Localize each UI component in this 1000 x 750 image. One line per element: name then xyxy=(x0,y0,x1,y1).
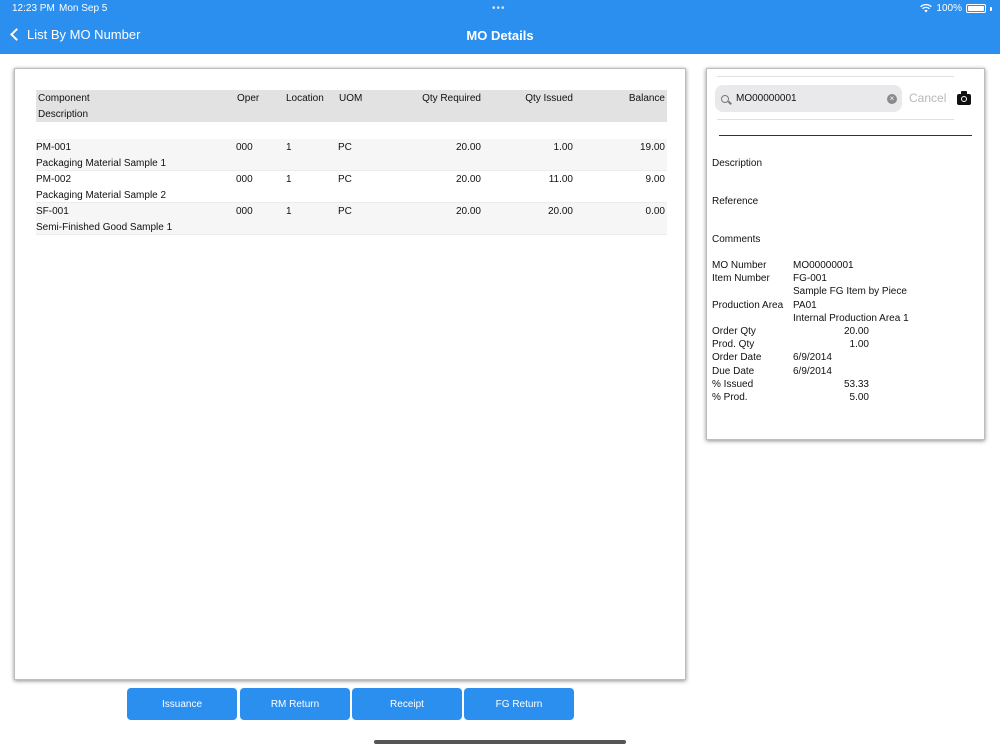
cell-component: PM-001 xyxy=(36,142,72,153)
battery-percent: 100% xyxy=(936,3,962,14)
header-uom: UOM xyxy=(339,93,363,104)
header-oper: Oper xyxy=(237,93,260,104)
cell-balance: 0.00 xyxy=(645,206,665,217)
table-header: Component Description Oper Location UOM … xyxy=(36,90,667,122)
cell-balance: 19.00 xyxy=(639,142,665,153)
cell-oper: 000 xyxy=(236,142,253,153)
pct-issued-value: 53.33 xyxy=(843,378,869,390)
wifi-icon xyxy=(920,4,933,13)
search-bar[interactable]: × xyxy=(715,85,902,112)
top-bar: 12:23 PM Mon Sep 5 ••• 100% List By MO N… xyxy=(0,0,1000,54)
cell-description: Semi-Finished Good Sample 1 xyxy=(36,222,173,233)
cell-uom: PC xyxy=(338,142,352,153)
rm-return-button[interactable]: RM Return xyxy=(240,688,350,720)
due-date-label: Due Date xyxy=(712,365,755,377)
header-location: Location xyxy=(286,93,324,104)
issuance-button[interactable]: Issuance xyxy=(127,688,237,720)
cell-qty-required: 20.00 xyxy=(455,142,481,153)
cell-qty-issued: 1.00 xyxy=(553,142,573,153)
cell-uom: PC xyxy=(338,206,352,217)
header-component: Component xyxy=(38,93,90,104)
status-time: 12:23 PM xyxy=(12,3,55,14)
production-area-desc-value: Internal Production Area 1 xyxy=(793,312,909,324)
receipt-button[interactable]: Receipt xyxy=(352,688,462,720)
divider xyxy=(717,119,954,120)
order-date-label: Order Date xyxy=(712,352,762,364)
input-underline xyxy=(719,135,972,136)
pct-issued-label: % Issued xyxy=(712,378,754,390)
cell-component: SF-001 xyxy=(36,206,69,217)
search-input[interactable] xyxy=(736,93,876,104)
reference-label: Reference xyxy=(712,196,759,207)
cell-qty-required: 20.00 xyxy=(455,174,481,185)
header-balance: Balance xyxy=(628,93,665,104)
table-row[interactable]: PM-002 Packaging Material Sample 2 000 1… xyxy=(36,171,667,203)
home-indicator[interactable] xyxy=(374,740,626,744)
description-label: Description xyxy=(712,158,763,169)
order-qty-label: Order Qty xyxy=(712,325,756,337)
table-row[interactable]: SF-001 Semi-Finished Good Sample 1 000 1… xyxy=(36,203,667,235)
prod-qty-value: 1.00 xyxy=(849,339,869,351)
cancel-button[interactable]: Cancel xyxy=(909,91,946,105)
cell-uom: PC xyxy=(338,174,352,185)
cell-balance: 9.00 xyxy=(645,174,665,185)
table-row[interactable]: PM-001 Packaging Material Sample 1 000 1… xyxy=(36,139,667,171)
cell-qty-issued: 11.00 xyxy=(548,174,573,185)
table-spacer xyxy=(36,122,667,139)
prod-qty-label: Prod. Qty xyxy=(712,339,755,351)
search-icon xyxy=(721,94,729,103)
mo-number-label: MO Number xyxy=(712,260,767,271)
header-qty-required: Qty Required xyxy=(422,93,481,104)
fg-return-button[interactable]: FG Return xyxy=(464,688,574,720)
mo-details-panel: × Cancel Description Reference Comments … xyxy=(706,68,985,440)
components-panel: Component Description Oper Location UOM … xyxy=(14,68,686,680)
cell-location: 1 xyxy=(286,174,292,185)
production-area-value: PA01 xyxy=(793,299,817,311)
pct-prod-value: 5.00 xyxy=(849,391,869,403)
item-description-value: Sample FG Item by Piece xyxy=(793,286,907,298)
camera-icon[interactable] xyxy=(957,91,971,105)
production-area-label: Production Area xyxy=(712,299,784,311)
divider xyxy=(717,76,954,77)
battery-tip xyxy=(990,6,992,11)
header-description: Description xyxy=(38,109,89,120)
comments-label: Comments xyxy=(712,234,761,245)
cell-qty-issued: 20.00 xyxy=(547,206,573,217)
cell-oper: 000 xyxy=(236,174,253,185)
order-date-value: 6/9/2014 xyxy=(793,352,832,364)
order-qty-value: 20.00 xyxy=(843,325,869,337)
cell-location: 1 xyxy=(286,142,292,153)
cell-component: PM-002 xyxy=(36,174,72,185)
cell-description: Packaging Material Sample 1 xyxy=(36,158,167,169)
mo-detail-grid: MO Number MO00000001 Item Number FG-001 Sa… xyxy=(712,260,972,405)
clear-icon[interactable]: × xyxy=(887,94,897,104)
cell-description: Packaging Material Sample 2 xyxy=(36,190,167,201)
page-title: MO Details xyxy=(466,28,534,43)
header-qty-issued: Qty Issued xyxy=(525,93,573,104)
status-date: Mon Sep 5 xyxy=(59,3,108,14)
components-table: Component Description Oper Location UOM … xyxy=(36,90,667,235)
pct-prod-label: % Prod. xyxy=(712,391,748,403)
multitasking-dots-icon[interactable]: ••• xyxy=(492,3,506,14)
mo-number-value: MO00000001 xyxy=(793,260,854,271)
status-right: 100% xyxy=(920,3,992,14)
battery-icon xyxy=(966,4,986,13)
cell-location: 1 xyxy=(286,206,292,217)
cell-oper: 000 xyxy=(236,206,253,217)
due-date-value: 6/9/2014 xyxy=(793,365,832,377)
item-number-value: FG-001 xyxy=(793,273,827,285)
item-number-label: Item Number xyxy=(712,273,770,285)
cell-qty-required: 20.00 xyxy=(455,206,481,217)
